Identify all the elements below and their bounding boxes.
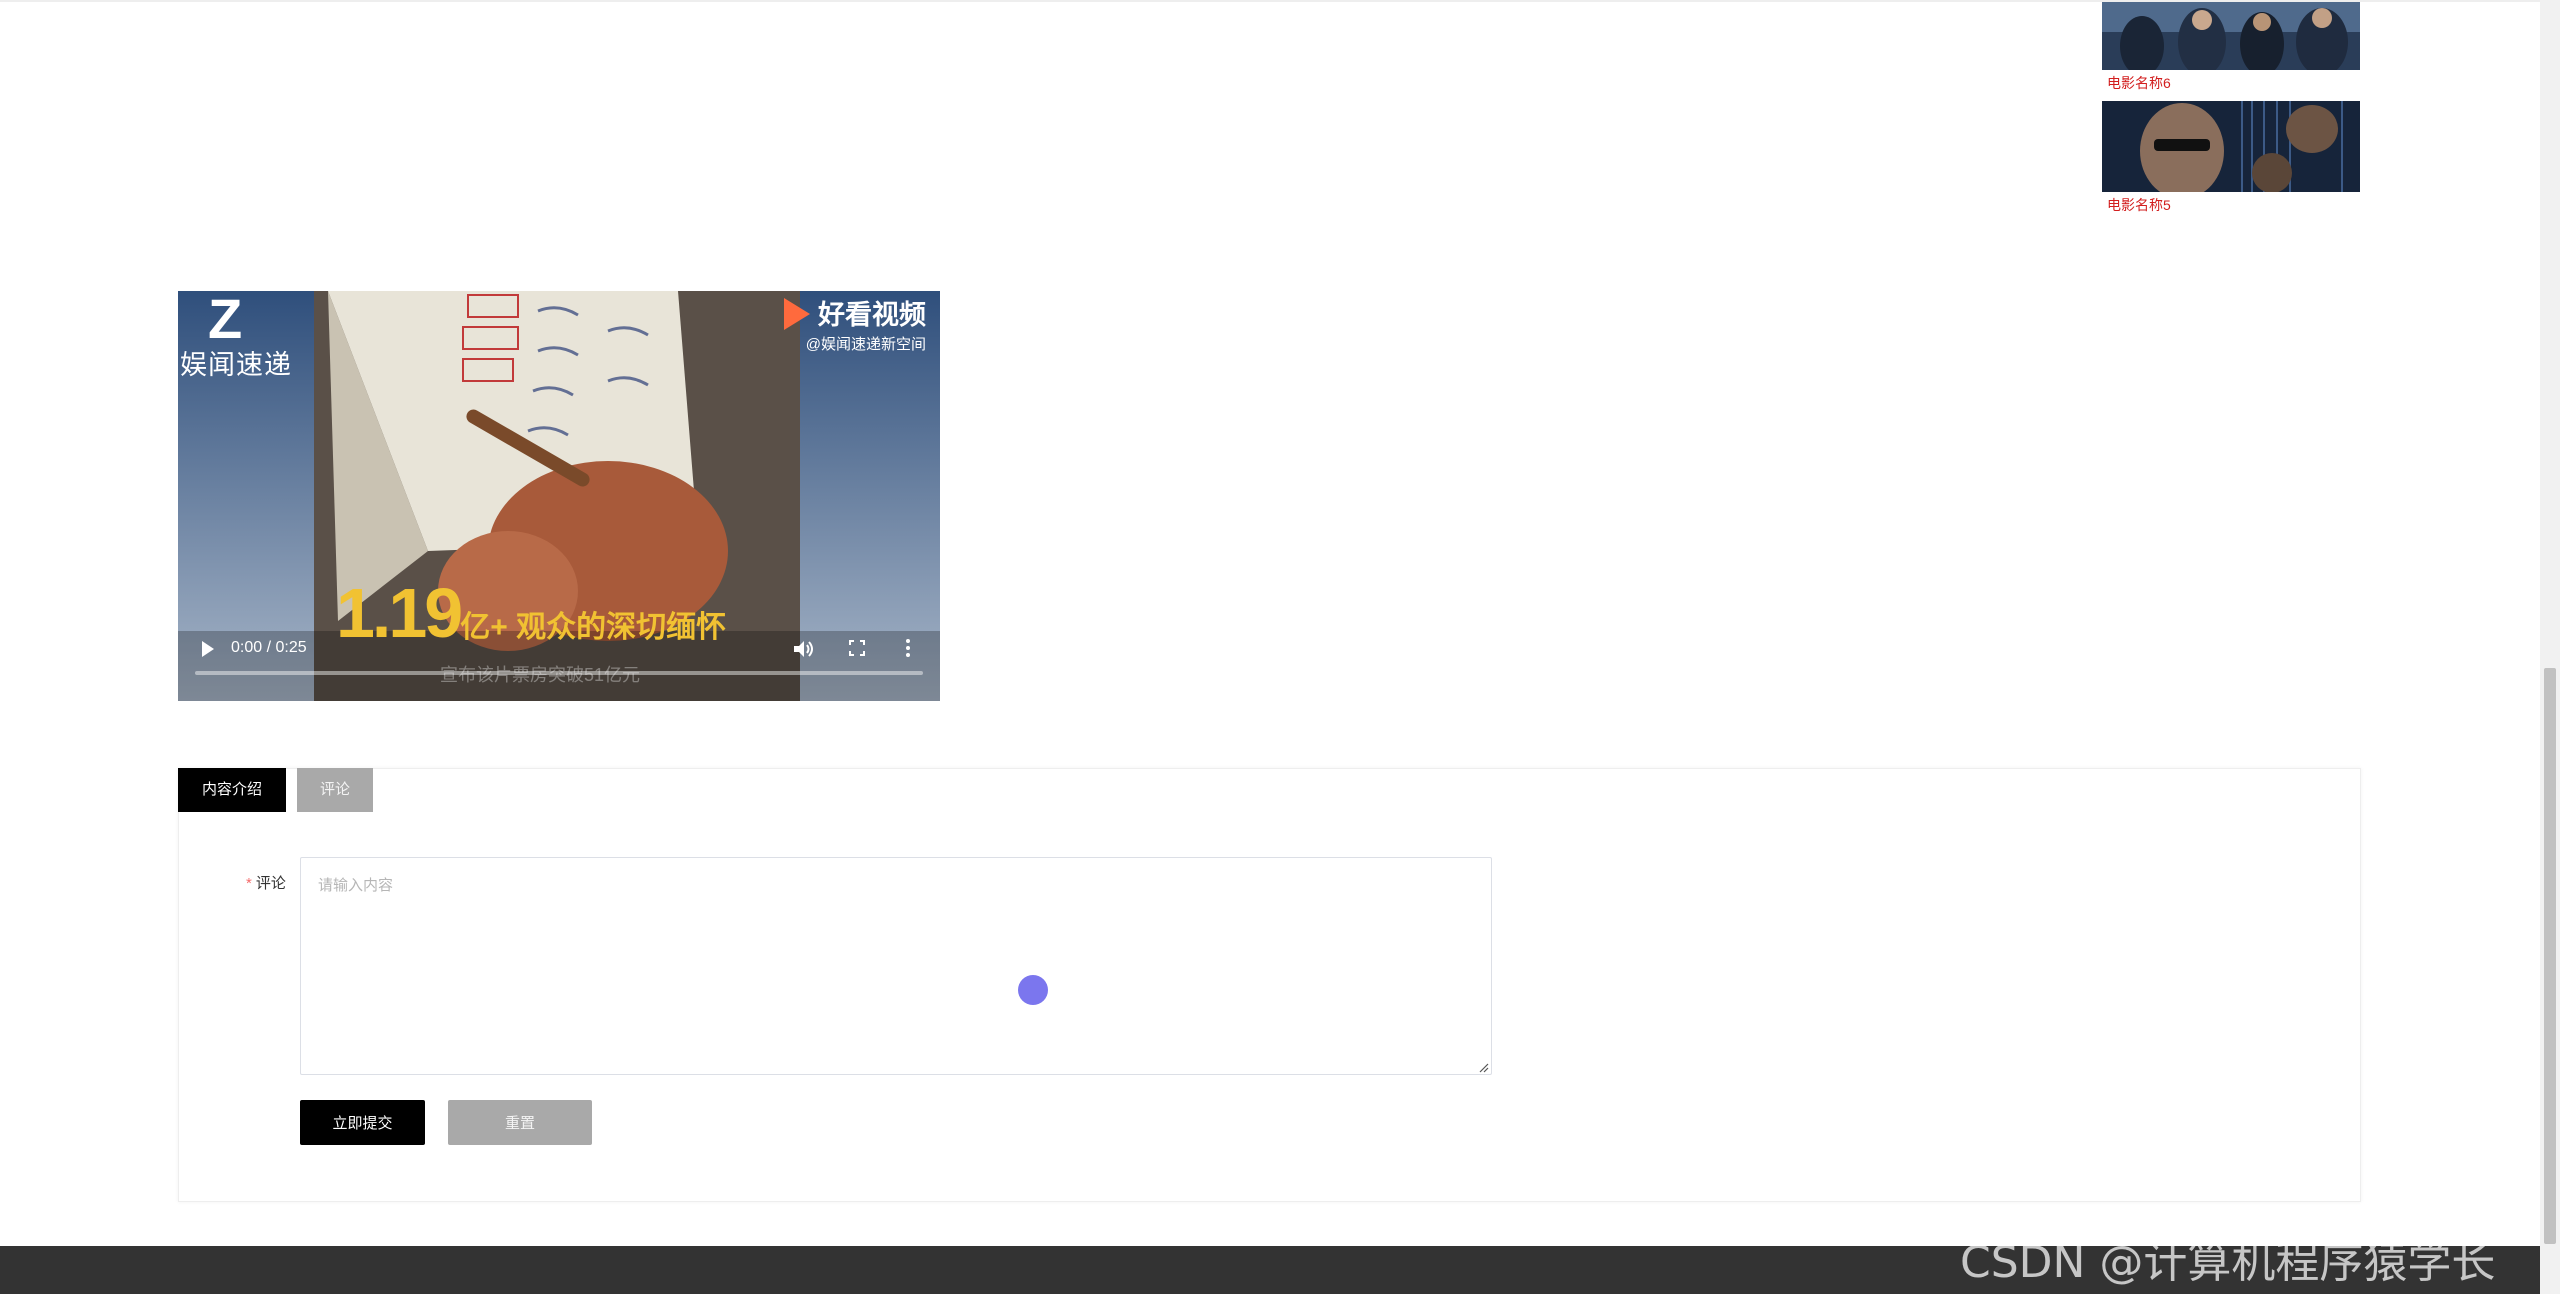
page-scrollbar-thumb[interactable]	[2544, 668, 2556, 1244]
comment-textarea[interactable]	[300, 857, 1492, 1075]
reset-button[interactable]: 重置	[448, 1100, 592, 1145]
comment-label: * 评论	[246, 872, 286, 893]
channel-name: 娱闻速递	[180, 350, 292, 381]
submit-button[interactable]: 立即提交	[300, 1100, 425, 1145]
video-watermark-right: 好看视频 @娱闻速递新空间	[784, 297, 926, 354]
video-time: 0:00 / 0:25	[231, 639, 307, 656]
tab-comments[interactable]: 评论	[297, 768, 373, 812]
csdn-watermark: CSDN @计算机程序猿学长	[1960, 1237, 2496, 1288]
play-icon[interactable]	[202, 641, 214, 657]
resize-handle-icon[interactable]	[1477, 1060, 1489, 1073]
required-mark: *	[246, 875, 252, 892]
movie-name-5[interactable]: 电影名称5	[2107, 195, 2171, 215]
mouse-cursor-indicator	[1018, 975, 1048, 1005]
video-controls: 0:00 / 0:25	[178, 631, 940, 701]
brand-handle: @娱闻速递新空间	[805, 336, 926, 353]
channel-logo-icon: Z	[208, 291, 243, 350]
volume-icon[interactable]	[792, 639, 814, 659]
movie-thumbnail-5[interactable]	[2102, 101, 2360, 192]
movie-name-6[interactable]: 电影名称6	[2107, 73, 2171, 93]
fullscreen-icon[interactable]	[849, 640, 865, 656]
brand-name: 好看视频	[818, 300, 926, 330]
video-player[interactable]: Z 娱闻速递 好看视频 @娱闻速递新空间 1.19亿+ 观众的深切缅怀 宣布该片…	[178, 291, 940, 701]
movie-thumbnail-6[interactable]	[2102, 2, 2360, 70]
more-options-icon[interactable]	[904, 639, 912, 661]
brand-logo-icon	[784, 298, 810, 330]
video-watermark-left: Z 娱闻速递	[178, 291, 298, 391]
comment-label-text: 评论	[255, 875, 286, 892]
tab-content-intro[interactable]: 内容介绍	[178, 768, 286, 812]
video-progress-bar[interactable]	[195, 671, 923, 675]
